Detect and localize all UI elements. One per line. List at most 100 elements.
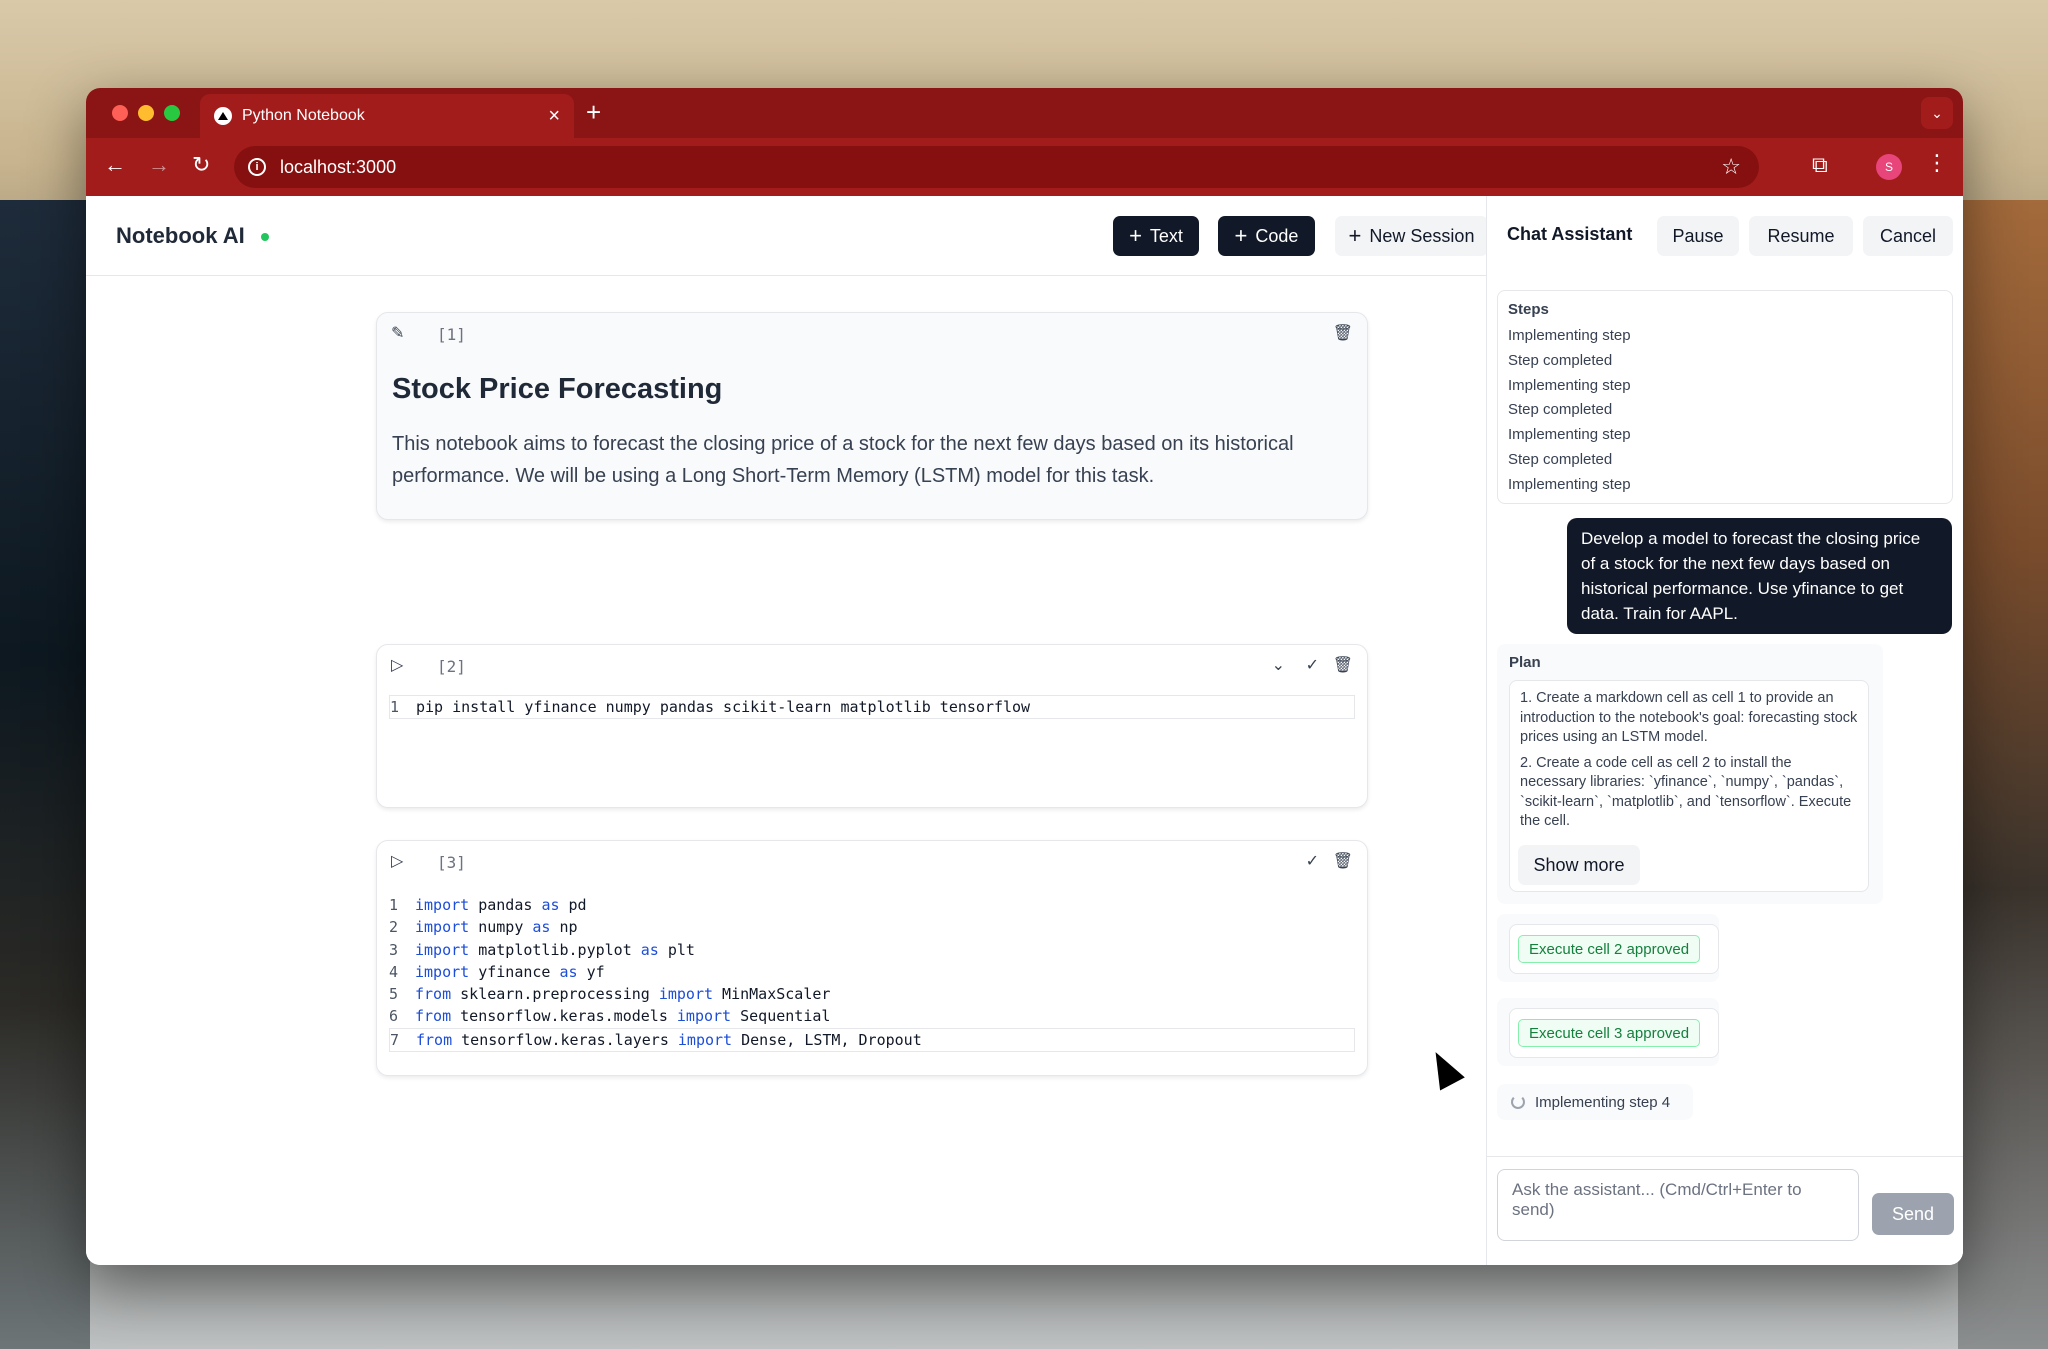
line-number: 5 — [389, 985, 399, 1004]
notebook-main: Notebook AI + Text + Code + New Session — [86, 196, 1532, 1265]
edit-pencil-icon[interactable]: ✎ — [391, 323, 404, 343]
code-line[interactable]: 3 import matplotlib.pyplot as plt — [389, 939, 1355, 961]
code-keyword: import — [658, 985, 714, 1004]
wallpaper-left — [0, 200, 90, 1349]
maximize-window-button[interactable] — [164, 105, 180, 121]
code-line[interactable]: 1 import pandas as pd — [389, 894, 1355, 916]
add-text-label: Text — [1149, 225, 1183, 246]
delete-trash-icon[interactable]: 🗑 — [1333, 655, 1353, 675]
check-icon[interactable]: ✓ — [1306, 655, 1319, 675]
pause-button[interactable]: Pause — [1657, 216, 1739, 256]
brand-title: Notebook AI — [116, 223, 245, 248]
new-session-button[interactable]: + New Session — [1335, 216, 1488, 256]
forward-arrow-icon[interactable]: → — [148, 152, 170, 178]
status-dot-icon — [261, 233, 269, 241]
code-cell[interactable]: ▷ [2] ⌄ ✓ 🗑 1 pip install yfinance numpy … — [376, 644, 1368, 808]
cell-number: [2] — [437, 657, 466, 676]
tab-close-icon[interactable]: × — [548, 105, 560, 128]
tab-bar: Python Notebook × + ⌄ — [86, 88, 1963, 138]
code-line[interactable]: 5 from sklearn.preprocessing import MinMa… — [389, 983, 1355, 1005]
code-line[interactable]: 1 pip install yfinance numpy pandas sciki… — [389, 695, 1355, 720]
new-tab-button[interactable]: + — [586, 98, 601, 126]
reload-icon[interactable]: ↻ — [192, 152, 210, 178]
delete-trash-icon[interactable]: 🗑 — [1333, 323, 1353, 343]
resume-button[interactable]: Resume — [1749, 216, 1853, 256]
browser-tab[interactable]: Python Notebook × — [200, 94, 574, 138]
step-item: Implementing step — [1508, 426, 1631, 444]
run-play-icon[interactable]: ▷ — [391, 851, 403, 871]
code-text: sklearn.preprocessing — [451, 985, 659, 1004]
chat-input[interactable] — [1497, 1169, 1859, 1241]
bookmark-star-icon[interactable]: ☆ — [1721, 154, 1741, 180]
code-text: plt — [658, 940, 695, 959]
code-editor[interactable]: 1 import pandas as pd 2 import numpy as np 3… — [389, 894, 1355, 1053]
code-text: yf — [577, 962, 605, 981]
markdown-cell[interactable]: ✎ [1] 🗑 Stock Price Forecasting This not… — [376, 312, 1368, 520]
code-keyword: as — [532, 918, 551, 937]
markdown-paragraph: This notebook aims to forecast the closi… — [392, 433, 1294, 487]
back-arrow-icon[interactable]: ← — [104, 152, 126, 178]
line-number: 3 — [389, 940, 399, 959]
code-line[interactable]: 7 from tensorflow.keras.layers import Den… — [389, 1027, 1355, 1053]
browser-window: Python Notebook × + ⌄ ← → ↻ i localhost:… — [86, 88, 1963, 1265]
code-text: pandas — [469, 896, 542, 914]
notebook-app: Notebook AI + Text + Code + New Session — [86, 196, 1963, 1265]
code-text: Sequential — [731, 1007, 831, 1026]
close-window-button[interactable] — [112, 105, 128, 121]
plus-icon: + — [1129, 223, 1142, 248]
code-keyword: from — [415, 1007, 452, 1026]
extensions-puzzle-icon[interactable]: ⧉ — [1812, 152, 1828, 178]
cancel-button[interactable]: Cancel — [1863, 216, 1953, 256]
code-line[interactable]: 4 import yfinance as yf — [389, 961, 1355, 983]
code-text: MinMaxScaler — [713, 985, 831, 1004]
plan-item: 2. Create a code cell as cell 2 to insta… — [1520, 754, 1852, 830]
delete-trash-icon[interactable]: 🗑 — [1333, 851, 1353, 871]
plan-item: 1. Create a markdown cell as cell 1 to p… — [1520, 690, 1858, 745]
tab-search-chevron-icon[interactable]: ⌄ — [1921, 97, 1953, 129]
chat-input-area: Send — [1487, 1156, 1963, 1265]
send-button[interactable]: Send — [1872, 1193, 1954, 1235]
check-icon[interactable]: ✓ — [1306, 851, 1319, 871]
chevron-down-icon[interactable]: ⌄ — [1272, 655, 1285, 675]
browser-menu-kebab-icon[interactable]: ⋮ — [1926, 150, 1948, 176]
chat-assistant-panel: Chat Assistant Pause Resume Cancel Steps… — [1486, 196, 1963, 1265]
plus-icon: + — [1234, 223, 1248, 248]
code-cell[interactable]: ▷ [3] ✓ 🗑 1 import pandas as pd 2 import nu… — [376, 840, 1368, 1076]
site-info-icon[interactable]: i — [248, 158, 266, 176]
url-text: localhost:3000 — [280, 156, 397, 177]
cell-toolbar: ✎ [1] 🗑 — [377, 313, 1367, 355]
step-item: Implementing step — [1508, 327, 1631, 344]
cell-toolbar: ▷ [3] ✓ 🗑 — [377, 841, 1367, 883]
code-text: matplotlib.pyplot — [469, 940, 641, 959]
steps-title: Steps — [1508, 301, 1549, 318]
code-line[interactable]: 2 import numpy as np — [389, 916, 1355, 938]
line-number: 4 — [389, 962, 399, 981]
step-item: Step completed — [1508, 450, 1613, 468]
address-bar[interactable]: i localhost:3000 ☆ — [234, 146, 1759, 188]
notebook-header: Notebook AI + Text + Code + New Session — [86, 196, 1532, 276]
add-code-cell-button[interactable]: + Code — [1218, 216, 1315, 256]
loading-spinner-icon — [1511, 1095, 1525, 1109]
code-line[interactable]: 6 from tensorflow.keras.models import Seq… — [389, 1005, 1355, 1027]
run-play-icon[interactable]: ▷ — [391, 655, 403, 675]
code-editor[interactable]: 1 pip install yfinance numpy pandas sciki… — [389, 695, 1355, 720]
show-more-button[interactable]: Show more — [1518, 845, 1640, 885]
minimize-window-button[interactable] — [138, 105, 154, 121]
code-text: tensorflow.keras.models — [451, 1007, 677, 1026]
plan-card: Plan 1. Create a markdown cell as cell 1… — [1497, 644, 1883, 904]
line-number: 2 — [389, 918, 399, 937]
cell-number: [3] — [437, 853, 466, 872]
code-keyword: from — [415, 985, 452, 1004]
steps-list: Steps Implementing step Step completed I… — [1497, 290, 1953, 504]
wallpaper-right — [1958, 200, 2048, 1349]
code-keyword: import — [677, 1030, 733, 1049]
execute-approval-card: Execute cell 2 approved — [1497, 914, 1719, 982]
code-text: tensorflow.keras.layers — [452, 1030, 678, 1049]
cell-number: [1] — [437, 325, 466, 344]
code-text: pd — [559, 896, 587, 914]
add-text-cell-button[interactable]: + Text — [1113, 216, 1199, 256]
user-message-bubble: Develop a model to forecast the closing … — [1567, 518, 1952, 634]
code-keyword: as — [559, 962, 578, 981]
browser-toolbar: ← → ↻ i localhost:3000 ☆ ⧉ S ⋮ — [86, 138, 1963, 196]
profile-avatar[interactable]: S — [1876, 154, 1902, 180]
